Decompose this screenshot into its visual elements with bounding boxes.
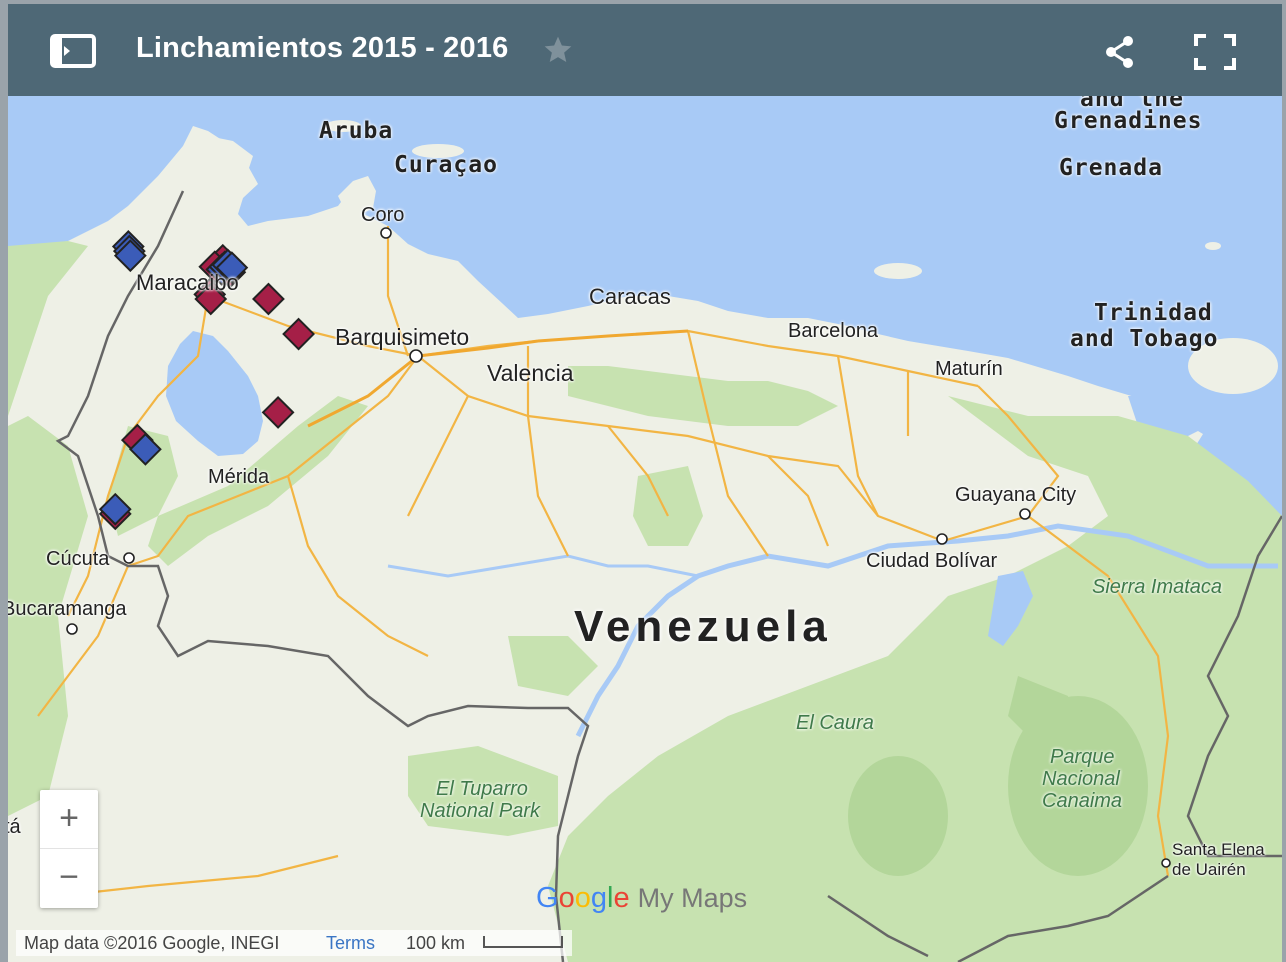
label-guayana-city: Guayana City — [955, 484, 1077, 506]
label-maturin: Maturín — [935, 358, 1003, 380]
logo-letter: e — [613, 882, 630, 914]
panel-toggle-icon[interactable] — [50, 34, 96, 68]
label-aruba: Aruba — [319, 118, 394, 144]
label-de-uairen: de Uairén — [1172, 860, 1246, 879]
label-caracas: Caracas — [589, 284, 671, 309]
label-sierra-imataca: Sierra Imataca — [1092, 576, 1223, 598]
label-valencia: Valencia — [487, 360, 574, 386]
scale-bar — [483, 936, 563, 948]
terms-link[interactable]: Terms — [326, 933, 375, 954]
logo-letter: G — [536, 882, 559, 914]
label-barquisimeto: Barquisimeto — [335, 324, 470, 350]
logo-letter: o — [574, 882, 591, 914]
label-santa-elena: Santa Elena — [1172, 840, 1265, 859]
map-header: Linchamientos 2015 - 2016 — [8, 4, 1282, 96]
label-parque: Parque — [1050, 746, 1115, 768]
star-icon[interactable] — [542, 34, 574, 66]
map-embed-frame: Linchamientos 2015 - 2016 Aruba Curaçao … — [8, 4, 1282, 962]
label-el-caura: El Caura — [796, 712, 874, 734]
google-my-maps-logo: Google My Maps — [536, 882, 747, 915]
island-margarita — [874, 263, 922, 279]
label-bucaramanga: Bucaramanga — [8, 598, 127, 620]
label-trinidad: Trinidad — [1094, 300, 1213, 326]
map-title: Linchamientos 2015 - 2016 — [136, 32, 509, 64]
label-maracaibo: Maracaibo — [136, 270, 239, 295]
label-canaima: Canaima — [1042, 790, 1123, 812]
label-el-tuparro: El Tuparro — [436, 778, 528, 800]
map-tiles[interactable] — [8, 96, 1282, 962]
island-tobago — [1205, 242, 1221, 250]
label-grenada: Grenada — [1059, 155, 1163, 181]
label-ciudad-bolivar: Ciudad Bolívar — [866, 550, 998, 572]
logo-letter: o — [558, 882, 575, 914]
label-cucuta: Cúcuta — [46, 548, 110, 570]
label-bogota-partial: tá — [8, 816, 21, 838]
label-curacao: Curaçao — [394, 152, 498, 178]
zoom-in-button[interactable]: + — [40, 790, 98, 849]
label-and-tobago: and Tobago — [1070, 326, 1219, 352]
label-venezuela: Venezuela — [574, 602, 832, 651]
map-attribution: Map data ©2016 Google, INEGI — [24, 933, 280, 953]
label-grenadines: Grenadines — [1054, 108, 1203, 134]
label-merida: Mérida — [208, 466, 270, 488]
label-nacional: Nacional — [1042, 768, 1120, 790]
share-icon[interactable] — [1102, 34, 1138, 70]
zoom-control: + − — [40, 790, 98, 908]
fullscreen-icon[interactable] — [1194, 34, 1236, 70]
map-canvas[interactable]: Aruba Curaçao and the Grenadines Grenada… — [8, 86, 1282, 962]
zoom-out-button[interactable]: − — [40, 849, 98, 907]
label-coro: Coro — [361, 204, 405, 226]
map-footer: Map data ©2016 Google, INEGI Terms 100 k… — [16, 930, 572, 956]
logo-letter: g — [590, 882, 607, 914]
logo-product-name: My Maps — [637, 883, 748, 913]
label-barcelona: Barcelona — [788, 320, 879, 342]
scale-label: 100 km — [406, 933, 466, 953]
label-national-park: National Park — [420, 800, 541, 822]
